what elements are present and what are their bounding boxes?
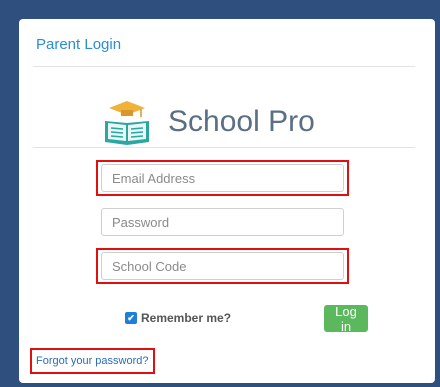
remember-me-checkbox[interactable]: ✔: [125, 312, 137, 324]
brand-divider: [33, 147, 415, 148]
forgot-password-link[interactable]: Forgot your password?: [36, 355, 149, 367]
book-graduation-cap-icon: [105, 101, 149, 145]
brand-name: School Pro: [168, 105, 315, 138]
panel-title: Parent Login: [36, 36, 122, 53]
login-button[interactable]: Log in: [324, 304, 368, 334]
password-input[interactable]: [101, 208, 344, 236]
login-panel: Parent Login School Pro ✔ Remember me: [19, 19, 435, 383]
header-divider: [33, 66, 415, 67]
remember-me-label: Remember me?: [141, 311, 232, 325]
school-code-input[interactable]: [101, 252, 344, 280]
brand-logo: School Pro: [19, 99, 435, 149]
remember-me-control[interactable]: ✔ Remember me?: [125, 311, 231, 325]
email-input[interactable]: [101, 164, 344, 192]
